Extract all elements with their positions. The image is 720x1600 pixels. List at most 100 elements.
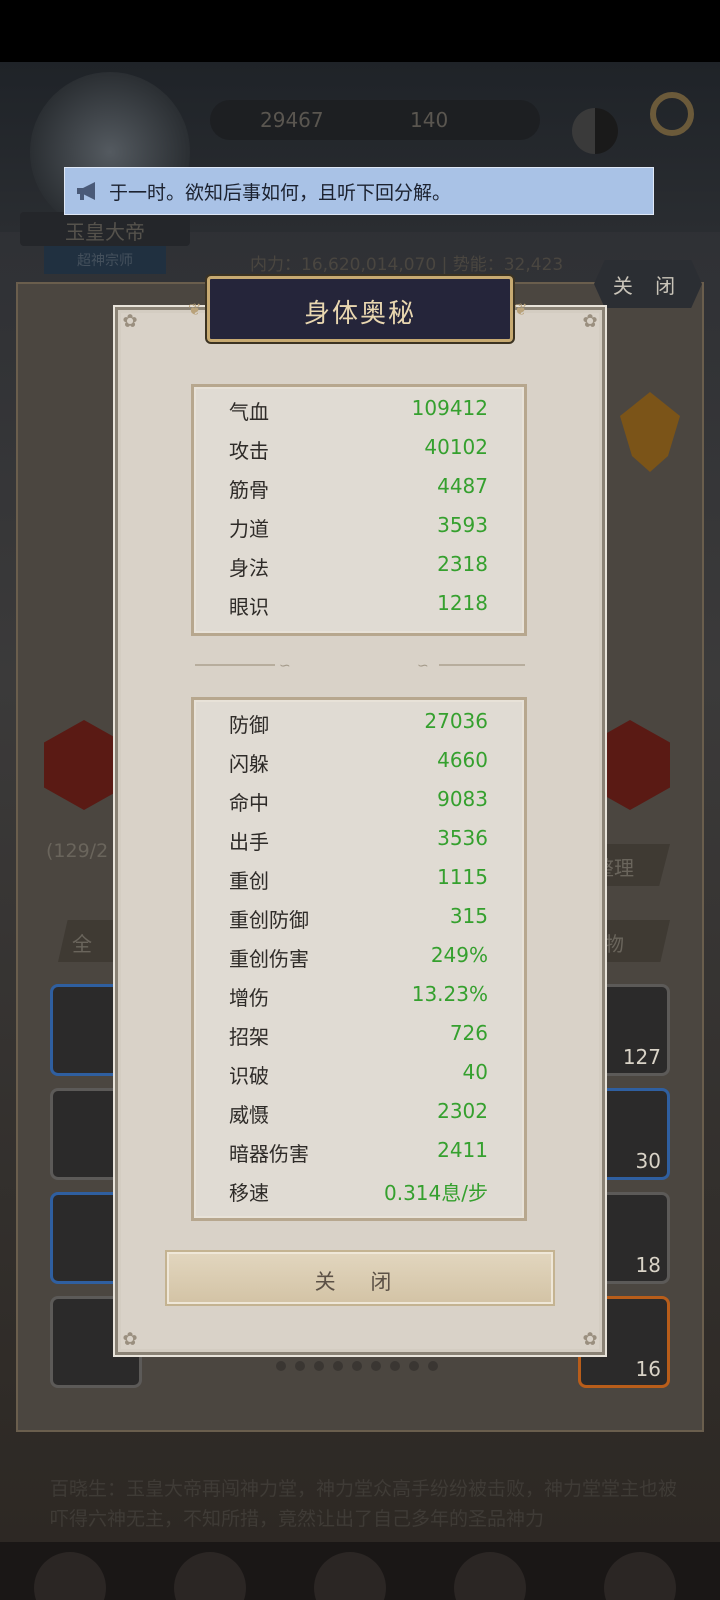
stat-row: 防御 27036 [194,705,524,744]
nav-item-jianghu: 江湖 [440,1552,540,1600]
wing-ornament-icon: ❦ [188,300,202,319]
stat-label: 闪躲 [229,752,269,776]
stat-row: 攻击 40102 [194,431,524,470]
stat-row: 筋骨 4487 [194,470,524,509]
stat-value: 2411 [437,1138,488,1162]
divider-ornament-icon: ∽ [279,658,291,674]
stat-row: 移速 0.314息/步 [194,1173,524,1212]
stat-label: 增伤 [229,986,269,1010]
stat-value: 40 [462,1060,488,1084]
nav-item-youli: 游历 [590,1552,690,1600]
stat-label: 气血 [229,400,269,424]
stat-row: 闪躲 4660 [194,744,524,783]
stat-label: 移速 [229,1181,269,1205]
stat-row: 力道 3593 [194,509,524,548]
stat-row: 识破 40 [194,1056,524,1095]
stat-label: 命中 [229,791,269,815]
stat-value: 13.23% [411,982,488,1006]
nav-item-menpai: 门派 [160,1552,260,1600]
stat-value: 249% [430,943,488,967]
corner-ornament-icon: ✿ [582,311,598,332]
gold-amount: 29467 [260,108,324,132]
stat-row: 重创 1115 [194,861,524,900]
stat-value: 2318 [437,552,488,576]
announcement-text: 于一时。欲知后事如何，且听下回分解。 [109,182,452,204]
stat-label: 威慑 [229,1103,269,1127]
stat-row: 出手 3536 [194,822,524,861]
stat-label: 筋骨 [229,478,269,502]
stat-value: 1115 [437,865,488,889]
stat-label: 识破 [229,1064,269,1088]
item-count: 18 [635,1253,661,1277]
stat-label: 招架 [229,1025,269,1049]
stat-value: 3536 [437,826,488,850]
power-line: 内力：16,620,014,070 | 势能：32,423 [250,255,564,275]
nav-icon [34,1552,106,1600]
player-title: 玉皇大帝 [20,212,190,246]
stat-label: 攻击 [229,439,269,463]
stat-label: 重创伤害 [229,947,309,971]
close-button[interactable]: 关 闭 [165,1250,555,1306]
stat-label: 重创防御 [229,908,309,932]
inventory-count: (129/2 [46,840,109,862]
nav-icon [454,1552,526,1600]
section-divider: ∽ ∽ [195,658,525,674]
corner-ornament-icon: ✿ [122,311,138,332]
corner-ornament-icon: ✿ [122,1329,138,1350]
yinyang-icon [572,108,618,154]
stat-row: 重创伤害 249% [194,939,524,978]
divider-ornament-icon: ∽ [417,658,429,674]
stat-row: 眼识 1218 [194,587,524,626]
resource-bar: 29467 140 [210,100,540,140]
stat-label: 暗器伤害 [229,1142,309,1166]
weapon-slot-icon [44,720,124,810]
wing-ornament-icon: ❦ [514,300,528,319]
stat-row: 气血 109412 [194,392,524,431]
dialog-header: ❦ 身体奥秘 ❦ [188,276,527,342]
stat-label: 力道 [229,517,269,541]
stat-value: 4660 [437,748,488,772]
megaphone-icon [77,182,95,200]
basic-stats-box: 气血 109412 攻击 40102 筋骨 4487 力道 3593 身法 2318 眼识 1218 [191,384,527,636]
story-text: 百晓生：玉皇大帝再闯神力堂，神力堂众高手纷纷被击败，神力堂堂主也被吓得六神无主，… [50,1478,678,1530]
corner-ornament-icon: ✿ [582,1329,598,1350]
item-count: 16 [635,1357,661,1381]
announcement-banner: 于一时。欲知后事如何，且听下回分解。 [64,167,654,215]
background-close-button[interactable]: 关 闭 [594,260,702,308]
stat-row: 身法 2318 [194,548,524,587]
nav-item-tuna: 吐纳 [20,1552,120,1600]
nav-icon [604,1552,676,1600]
stat-row: 增伤 13.23% [194,978,524,1017]
stat-value: 40102 [424,435,488,459]
stat-value: 0.314息/步 [384,1181,488,1205]
stat-value: 2302 [437,1099,488,1123]
item-count: 127 [622,1045,661,1069]
nav-icon [174,1552,246,1600]
stat-row: 暗器伤害 2411 [194,1134,524,1173]
advanced-stats-box: 防御 27036 闪躲 4660 命中 9083 出手 3536 重创 1115 重创防御 315 重创… [191,697,527,1221]
stat-row: 威慑 2302 [194,1095,524,1134]
stat-row: 招架 726 [194,1017,524,1056]
stat-value: 726 [449,1021,488,1045]
bottom-nav: 吐纳 门派 武学 江湖 游历 [0,1542,720,1600]
stat-value: 315 [449,904,488,928]
stat-label: 重创 [229,869,269,893]
dialog-title: 身体奥秘 [303,299,416,329]
stat-row: 重创防御 315 [194,900,524,939]
stat-value: 109412 [411,396,488,420]
gear-icon [650,92,694,136]
gem-amount: 140 [410,108,449,132]
page-dots [276,1356,447,1375]
player-subtitle: 超神宗师 [44,246,166,274]
item-count: 30 [635,1149,661,1173]
stat-value: 4487 [437,474,488,498]
stat-label: 身法 [229,556,269,580]
nav-icon [314,1552,386,1600]
stat-value: 27036 [424,709,488,733]
stat-label: 出手 [229,830,269,854]
stat-label: 眼识 [229,595,269,619]
nav-item-wuxue: 武学 [300,1552,400,1600]
stat-row: 命中 9083 [194,783,524,822]
stat-value: 9083 [437,787,488,811]
stat-value: 1218 [437,591,488,615]
